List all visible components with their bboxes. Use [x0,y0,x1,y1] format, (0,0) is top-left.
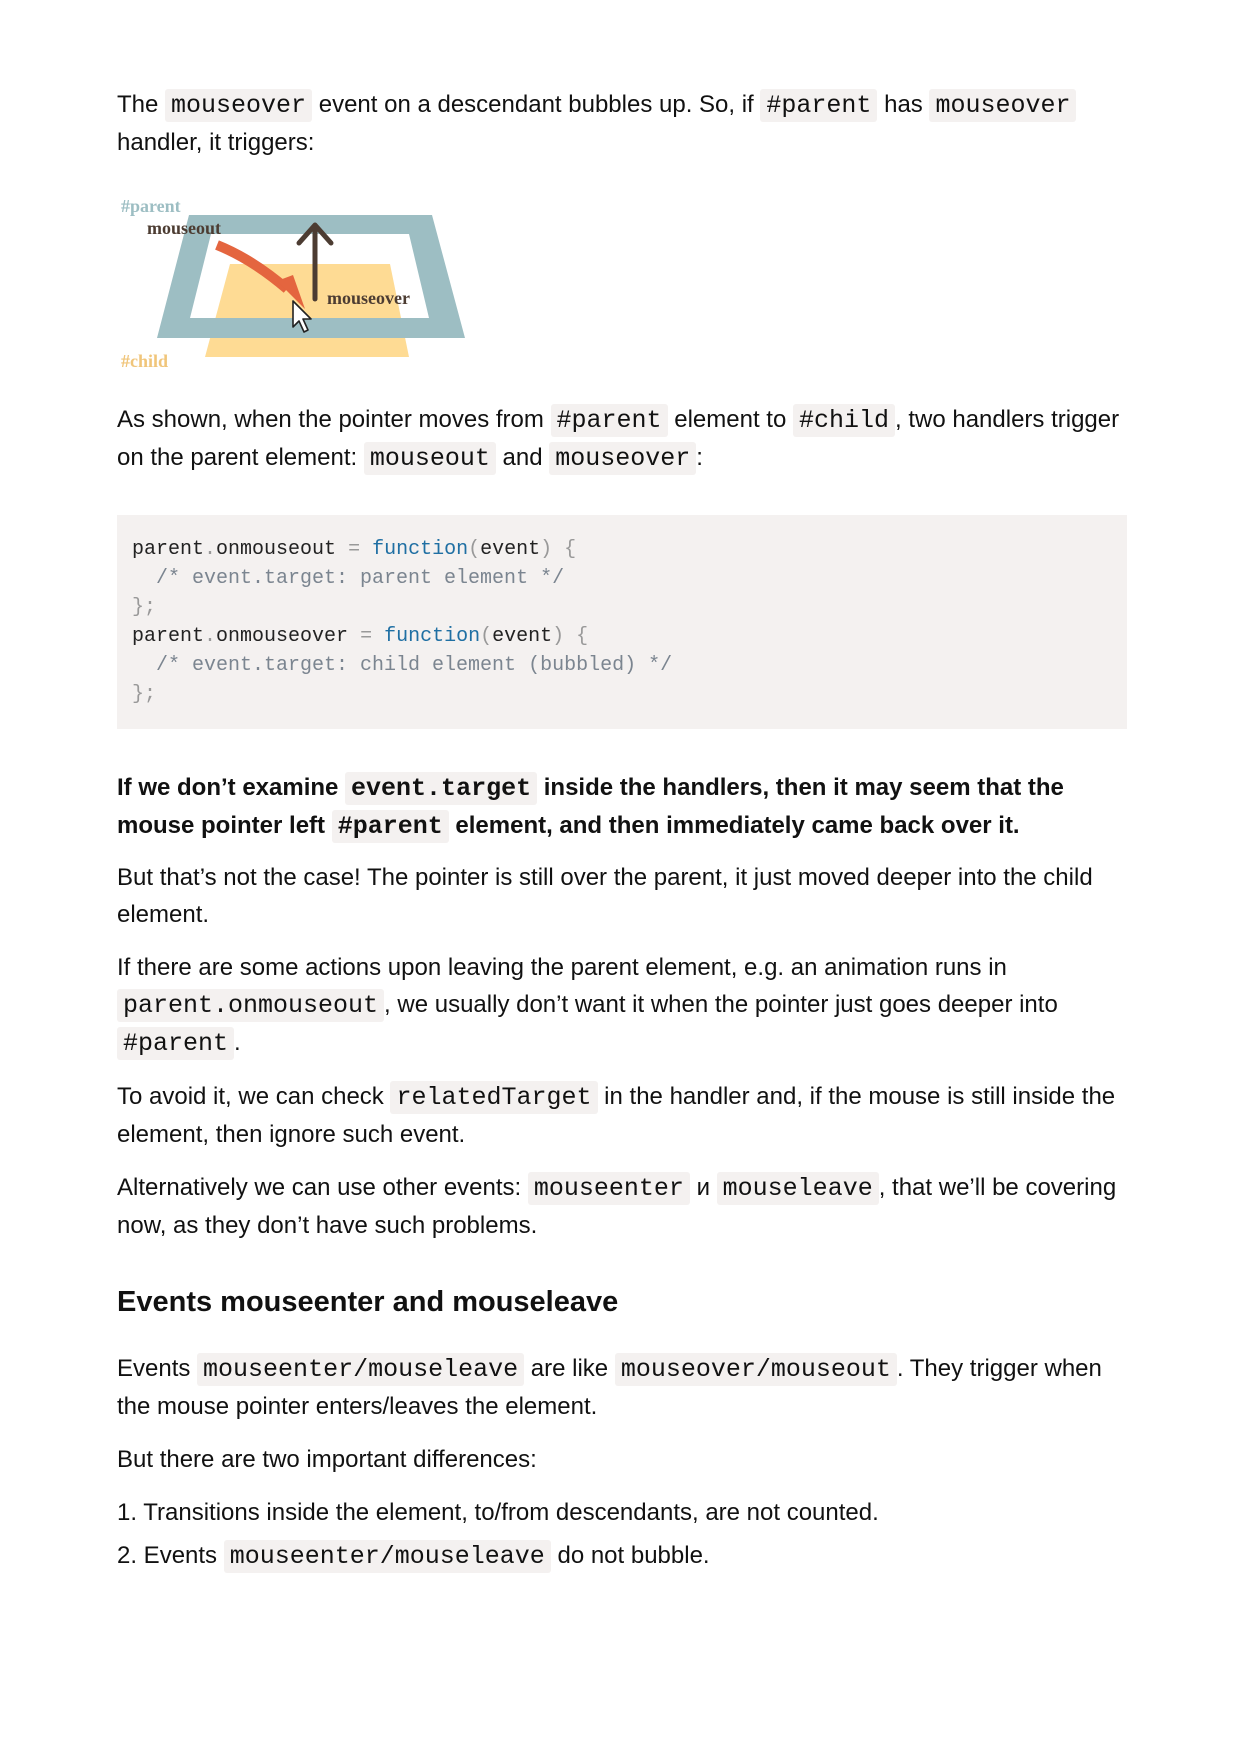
code-mouseover: mouseover [165,89,313,122]
text: As shown, when the pointer moves from [117,406,551,433]
code-parent-onmouseout: parent.onmouseout [117,989,385,1022]
text: do not bubble. [550,1542,710,1569]
mouseover-label: mouseover [327,288,410,308]
text: If there are some actions upon leaving t… [117,954,1007,981]
code-token: = [336,538,373,561]
code-token: event [480,538,541,561]
text: 2. Events [117,1542,224,1569]
text: handler, it triggers: [117,129,315,156]
paragraph-events-like: Events mouseenter/mouseleave are like mo… [117,1350,1127,1425]
code-token: ( [480,625,493,648]
code-keyword: function [384,625,481,648]
code-mouseover: mouseover [929,89,1077,122]
text: Alternatively we can use other events: [117,1174,528,1201]
text: The [117,91,166,118]
code-comment: /* event.target: child element (bubbled)… [132,654,673,677]
code-mouseleave: mouseleave [716,1172,879,1205]
code-related-target: relatedTarget [390,1081,598,1114]
code-token: parent [132,538,205,561]
text: To avoid it, we can check [117,1083,391,1110]
text: are like [524,1355,615,1382]
paragraph-bold-warning: If we don’t examine event.target inside … [117,769,1127,845]
code-parent: #parent [550,404,668,437]
code-block: parent.onmouseout = function(event) { /*… [117,515,1127,729]
code-child: #child [792,404,895,437]
code-token: . [204,625,217,648]
text: Events [117,1355,198,1382]
code-keyword: function [372,538,469,561]
code-token: event [492,625,553,648]
section-heading: Events mouseenter and mouseleave [117,1286,619,1318]
paragraph-shown: As shown, when the pointer moves from #p… [117,401,1127,477]
text: event on a descendant bubbles up. So, if [312,91,761,118]
child-shape [205,264,409,357]
code-token: ) { [540,538,577,561]
code-mouseenter-mouseleave: mouseenter/mouseleave [197,1353,525,1386]
text: But there are two important differences: [117,1446,537,1473]
text: и [689,1174,717,1201]
code-token: parent [132,625,205,648]
code-mouseenter-mouseleave: mouseenter/mouseleave [223,1540,551,1573]
paragraph-differences: But there are two important differences: [117,1441,1127,1478]
code-token: ( [468,538,481,561]
list-item: 1. Transitions inside the element, to/fr… [117,1494,1127,1531]
differences-list: 1. Transitions inside the element, to/fr… [117,1494,1127,1575]
mouseout-mouseover-diagram: #parent mouseout mouseover #child [121,196,465,369]
code-token: . [204,538,217,561]
code-mouseenter: mouseenter [527,1172,690,1205]
code-parent: #parent [117,1027,235,1060]
code-token: }; [132,683,157,706]
code-token: = [348,625,385,648]
text: . [234,1029,241,1056]
text: element, and then immediately came back … [448,812,1020,839]
parent-label: #parent [121,196,181,216]
text: If we don’t examine [117,774,346,801]
code-comment: /* event.target: parent element */ [132,567,565,590]
code-parent: #parent [331,810,449,843]
text: and [495,444,550,471]
text: element to [667,406,793,433]
text: has [877,91,930,118]
code-parent: #parent [760,89,878,122]
paragraph-alternatively: Alternatively we can use other events: m… [117,1169,1127,1244]
paragraph-avoid: To avoid it, we can check relatedTarget … [117,1078,1127,1153]
code-token: onmouseout [216,538,337,561]
document-page: The mouseover event on a descendant bubb… [117,86,1127,1581]
child-label: #child [121,351,168,369]
paragraph-intro: The mouseover event on a descendant bubb… [117,86,1127,161]
code-mouseover-mouseout: mouseover/mouseout [614,1353,897,1386]
code-mouseout: mouseout [363,442,496,475]
paragraph-actions: If there are some actions upon leaving t… [117,949,1127,1062]
list-item: 2. Events mouseenter/mouseleave do not b… [117,1537,1127,1575]
code-token: onmouseover [216,625,349,648]
text: : [696,444,703,471]
code-token: }; [132,596,157,619]
text: 1. Transitions inside the element, to/fr… [117,1499,879,1526]
paragraph-not-the-case: But that’s not the case! The pointer is … [117,859,1127,933]
code-event-target: event.target [345,772,538,805]
text: , we usually don’t want it when the poin… [384,991,1058,1018]
mouseout-label: mouseout [147,218,221,238]
code-token: ) { [552,625,589,648]
code-mouseover: mouseover [549,442,697,475]
text: But that’s not the case! The pointer is … [117,864,1093,928]
